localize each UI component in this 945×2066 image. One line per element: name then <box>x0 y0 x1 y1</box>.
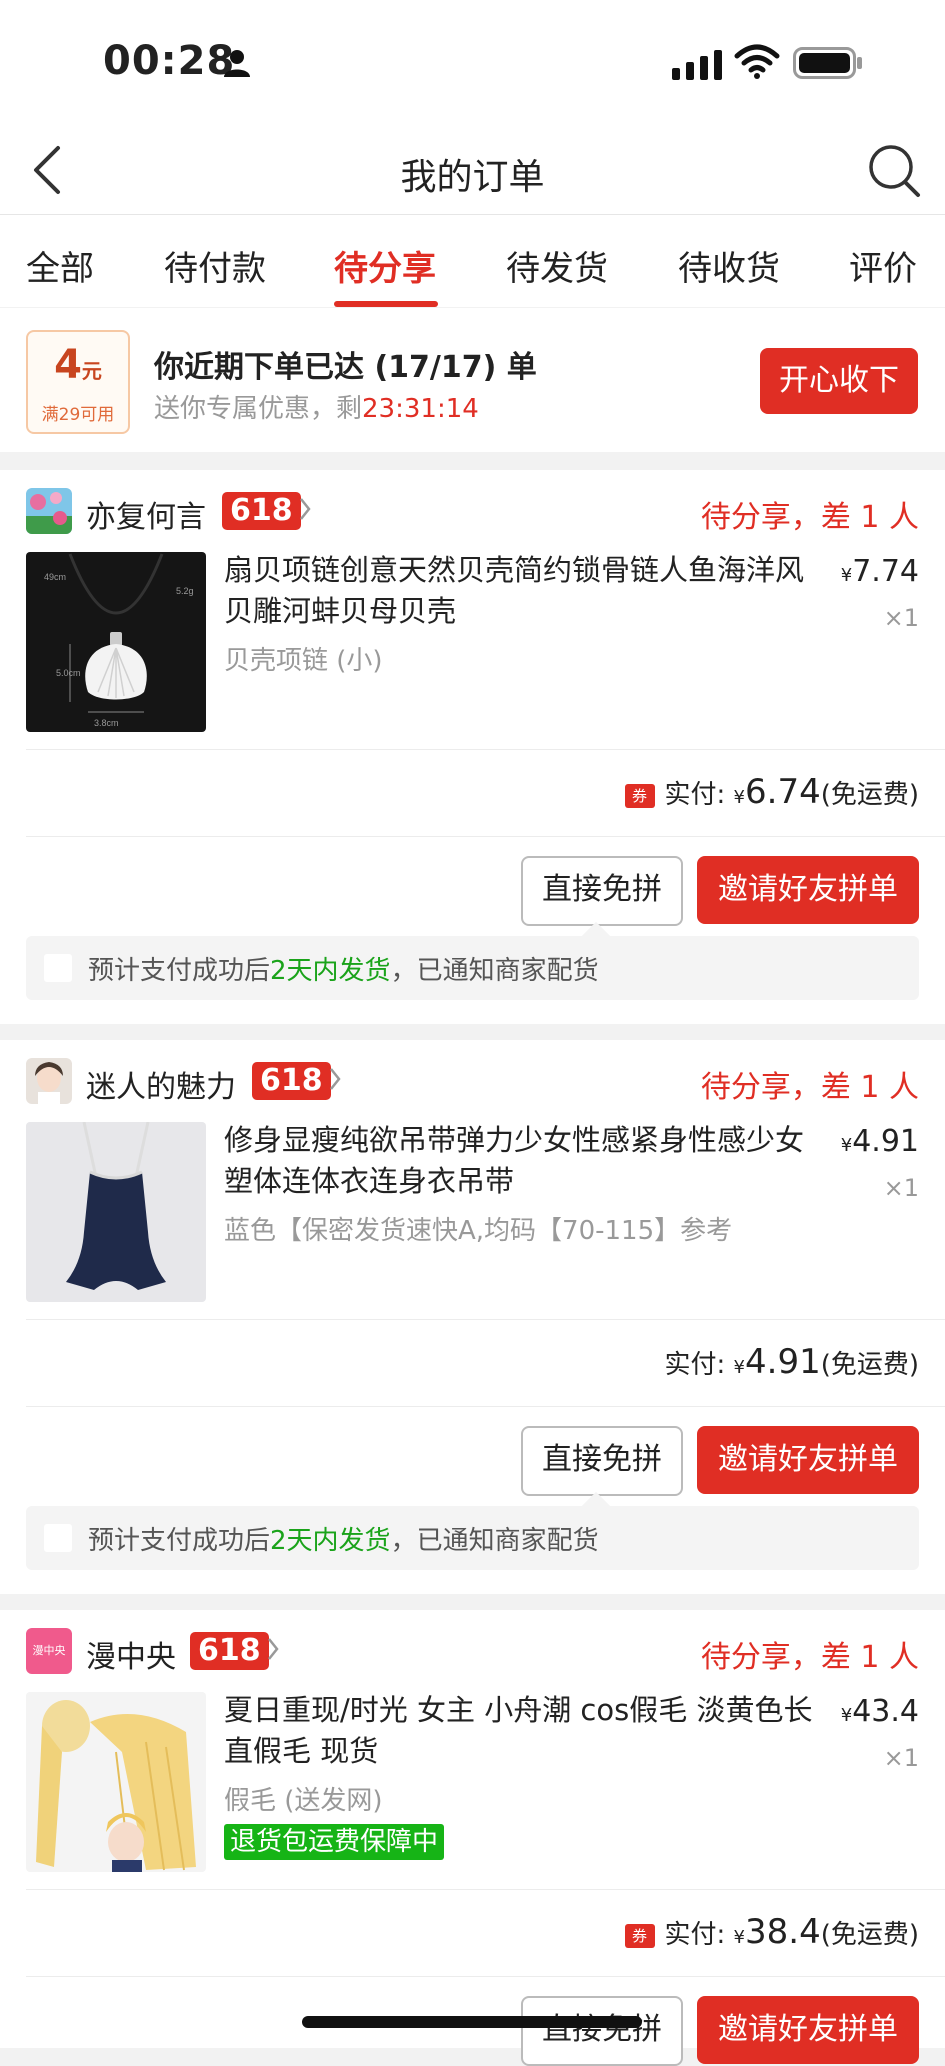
divider <box>26 1889 945 1890</box>
product-price: ¥4.91 <box>840 1124 919 1159</box>
promo-badge-618: 618 <box>222 492 301 530</box>
thumb-label-w: 3.8cm <box>94 718 119 728</box>
active-tab-indicator <box>334 301 438 307</box>
product-spec: 贝壳项链 (小) <box>224 646 383 676</box>
order-card: 亦复何言 618 待分享，差 1 人 49cm 5.2g 5.0cm 3.8cm… <box>0 470 945 1024</box>
product-price: ¥7.74 <box>840 554 919 589</box>
invite-friends-button[interactable]: 邀请好友拼单 <box>697 1996 919 2064</box>
shop-name[interactable]: 迷人的魅力 <box>86 1062 236 1106</box>
shop-name[interactable]: 漫中央 <box>86 1632 176 1676</box>
coupon-used-badge: 券 <box>624 784 655 808</box>
product-title[interactable]: 夏日重现/时光 女主 小舟潮 cos假毛 淡黄色长直假毛 现货 <box>224 1690 814 1772</box>
shop-name[interactable]: 亦复何言 <box>86 492 206 536</box>
product-price: ¥43.4 <box>840 1694 919 1729</box>
divider <box>26 1406 945 1407</box>
page-title: 我的订单 <box>400 157 545 198</box>
status-bar: 00:28 <box>0 0 945 128</box>
paid-amount: 6.74 <box>745 772 821 812</box>
nav-bar: 我的订单 <box>0 128 945 215</box>
product-title[interactable]: 修身显瘦纯欲吊带弹力少女性感紧身性感少女塑体连体衣连身衣吊带 <box>224 1120 814 1202</box>
tab-pending-payment[interactable]: 待付款 <box>164 241 266 290</box>
promo-badge-618: 618 <box>190 1632 269 1670</box>
tab-pending-shipment[interactable]: 待发货 <box>506 241 608 290</box>
tab-all[interactable]: 全部 <box>26 241 94 290</box>
person-icon <box>224 50 250 77</box>
product-image[interactable] <box>26 1122 206 1302</box>
product-title[interactable]: 扇贝项链创意天然贝壳简约锁骨链人鱼海洋风贝雕河蚌贝母贝壳 <box>224 550 814 632</box>
order-status: 待分享，差 1 人 <box>700 1070 919 1105</box>
shop-avatar[interactable]: 漫中央 <box>26 1628 72 1674</box>
coupon-title: 你近期下单已达 (17/17) 单 <box>154 350 537 385</box>
thumb-label-width: 49cm <box>44 572 66 582</box>
order-total: 券实付: ¥6.74(免运费) <box>624 772 919 812</box>
order-total: 实付: ¥4.91(免运费) <box>664 1342 919 1382</box>
coupon-unit: 元 <box>81 359 102 383</box>
refund-shipping-guarantee-tag: 退货包运费保障中 <box>224 1824 445 1860</box>
tab-pending-share[interactable]: 待分享 <box>334 241 436 290</box>
product-quantity: ×1 <box>883 1744 919 1772</box>
invite-friends-button[interactable]: 邀请好友拼单 <box>697 1426 919 1494</box>
coupon-value: 4 <box>54 342 82 388</box>
truck-icon <box>44 954 72 982</box>
shipping-notice: 预计支付成功后2天内发货，已通知商家配货 <box>26 1491 919 1570</box>
skip-group-button[interactable]: 直接免拼 <box>521 1426 683 1496</box>
invite-friends-button[interactable]: 邀请好友拼单 <box>697 856 919 924</box>
divider <box>26 1976 945 1977</box>
skip-group-button[interactable]: 直接免拼 <box>521 1996 683 2066</box>
coupon-countdown: 23:31:14 <box>362 394 479 424</box>
signal-icon <box>672 50 722 80</box>
paid-amount: 38.4 <box>745 1912 821 1952</box>
product-quantity: ×1 <box>883 604 919 632</box>
order-card: 漫中央 漫中央 618 待分享，差 1 人 夏日重现/时光 女主 小舟潮 cos… <box>0 1610 945 2066</box>
divider <box>26 836 945 837</box>
product-quantity: ×1 <box>883 1174 919 1202</box>
order-status: 待分享，差 1 人 <box>700 500 919 535</box>
thumb-label-weight: 5.2g <box>176 586 194 596</box>
truck-icon <box>44 1524 72 1552</box>
shipping-notice: 预计支付成功后2天内发货，已通知商家配货 <box>26 921 919 1000</box>
coupon-subtitle: 送你专属优惠，剩23:31:14 <box>154 394 479 424</box>
thumb-label-height: 5.0cm <box>56 668 81 678</box>
promo-badge-618: 618 <box>252 1062 331 1100</box>
shop-avatar[interactable] <box>26 488 72 534</box>
divider <box>26 1319 945 1320</box>
shop-avatar[interactable] <box>26 1058 72 1104</box>
product-image[interactable]: 49cm 5.2g 5.0cm 3.8cm <box>26 552 206 732</box>
product-spec: 蓝色【保密发货速快A,均码【70-115】参考 <box>224 1216 733 1246</box>
divider <box>26 749 945 750</box>
home-indicator[interactable] <box>302 2016 642 2028</box>
coupon-condition: 满29可用 <box>41 405 115 425</box>
coupon-ticket: 4元 满29可用 <box>26 330 130 434</box>
order-status: 待分享，差 1 人 <box>700 1640 919 1675</box>
accept-coupon-button[interactable]: 开心收下 <box>760 348 918 414</box>
tab-review[interactable]: 评价 <box>849 241 917 290</box>
order-total: 券实付: ¥38.4(免运费) <box>624 1912 919 1952</box>
chevron-right-icon[interactable] <box>328 1066 342 1092</box>
tab-pending-receipt[interactable]: 待收货 <box>678 241 780 290</box>
order-card: 迷人的魅力 618 待分享，差 1 人 修身显瘦纯欲吊带弹力少女性感紧身性感少女… <box>0 1040 945 1594</box>
product-spec: 假毛 (送发网) <box>224 1786 383 1816</box>
product-image[interactable] <box>26 1692 206 1872</box>
battery-icon <box>793 47 862 79</box>
skip-group-button[interactable]: 直接免拼 <box>521 856 683 926</box>
chevron-right-icon[interactable] <box>298 496 312 522</box>
paid-amount: 4.91 <box>745 1342 821 1382</box>
coupon-banner: 4元 满29可用 你近期下单已达 (17/17) 单 送你专属优惠，剩23:31… <box>0 308 945 452</box>
order-tabs: 全部 待付款 待分享 待发货 待收货 评价 <box>0 215 945 307</box>
wifi-icon <box>734 44 780 79</box>
coupon-used-badge: 券 <box>624 1924 655 1948</box>
chevron-right-icon[interactable] <box>266 1636 280 1662</box>
search-icon[interactable] <box>866 142 922 198</box>
status-time: 00:28 <box>103 38 236 84</box>
